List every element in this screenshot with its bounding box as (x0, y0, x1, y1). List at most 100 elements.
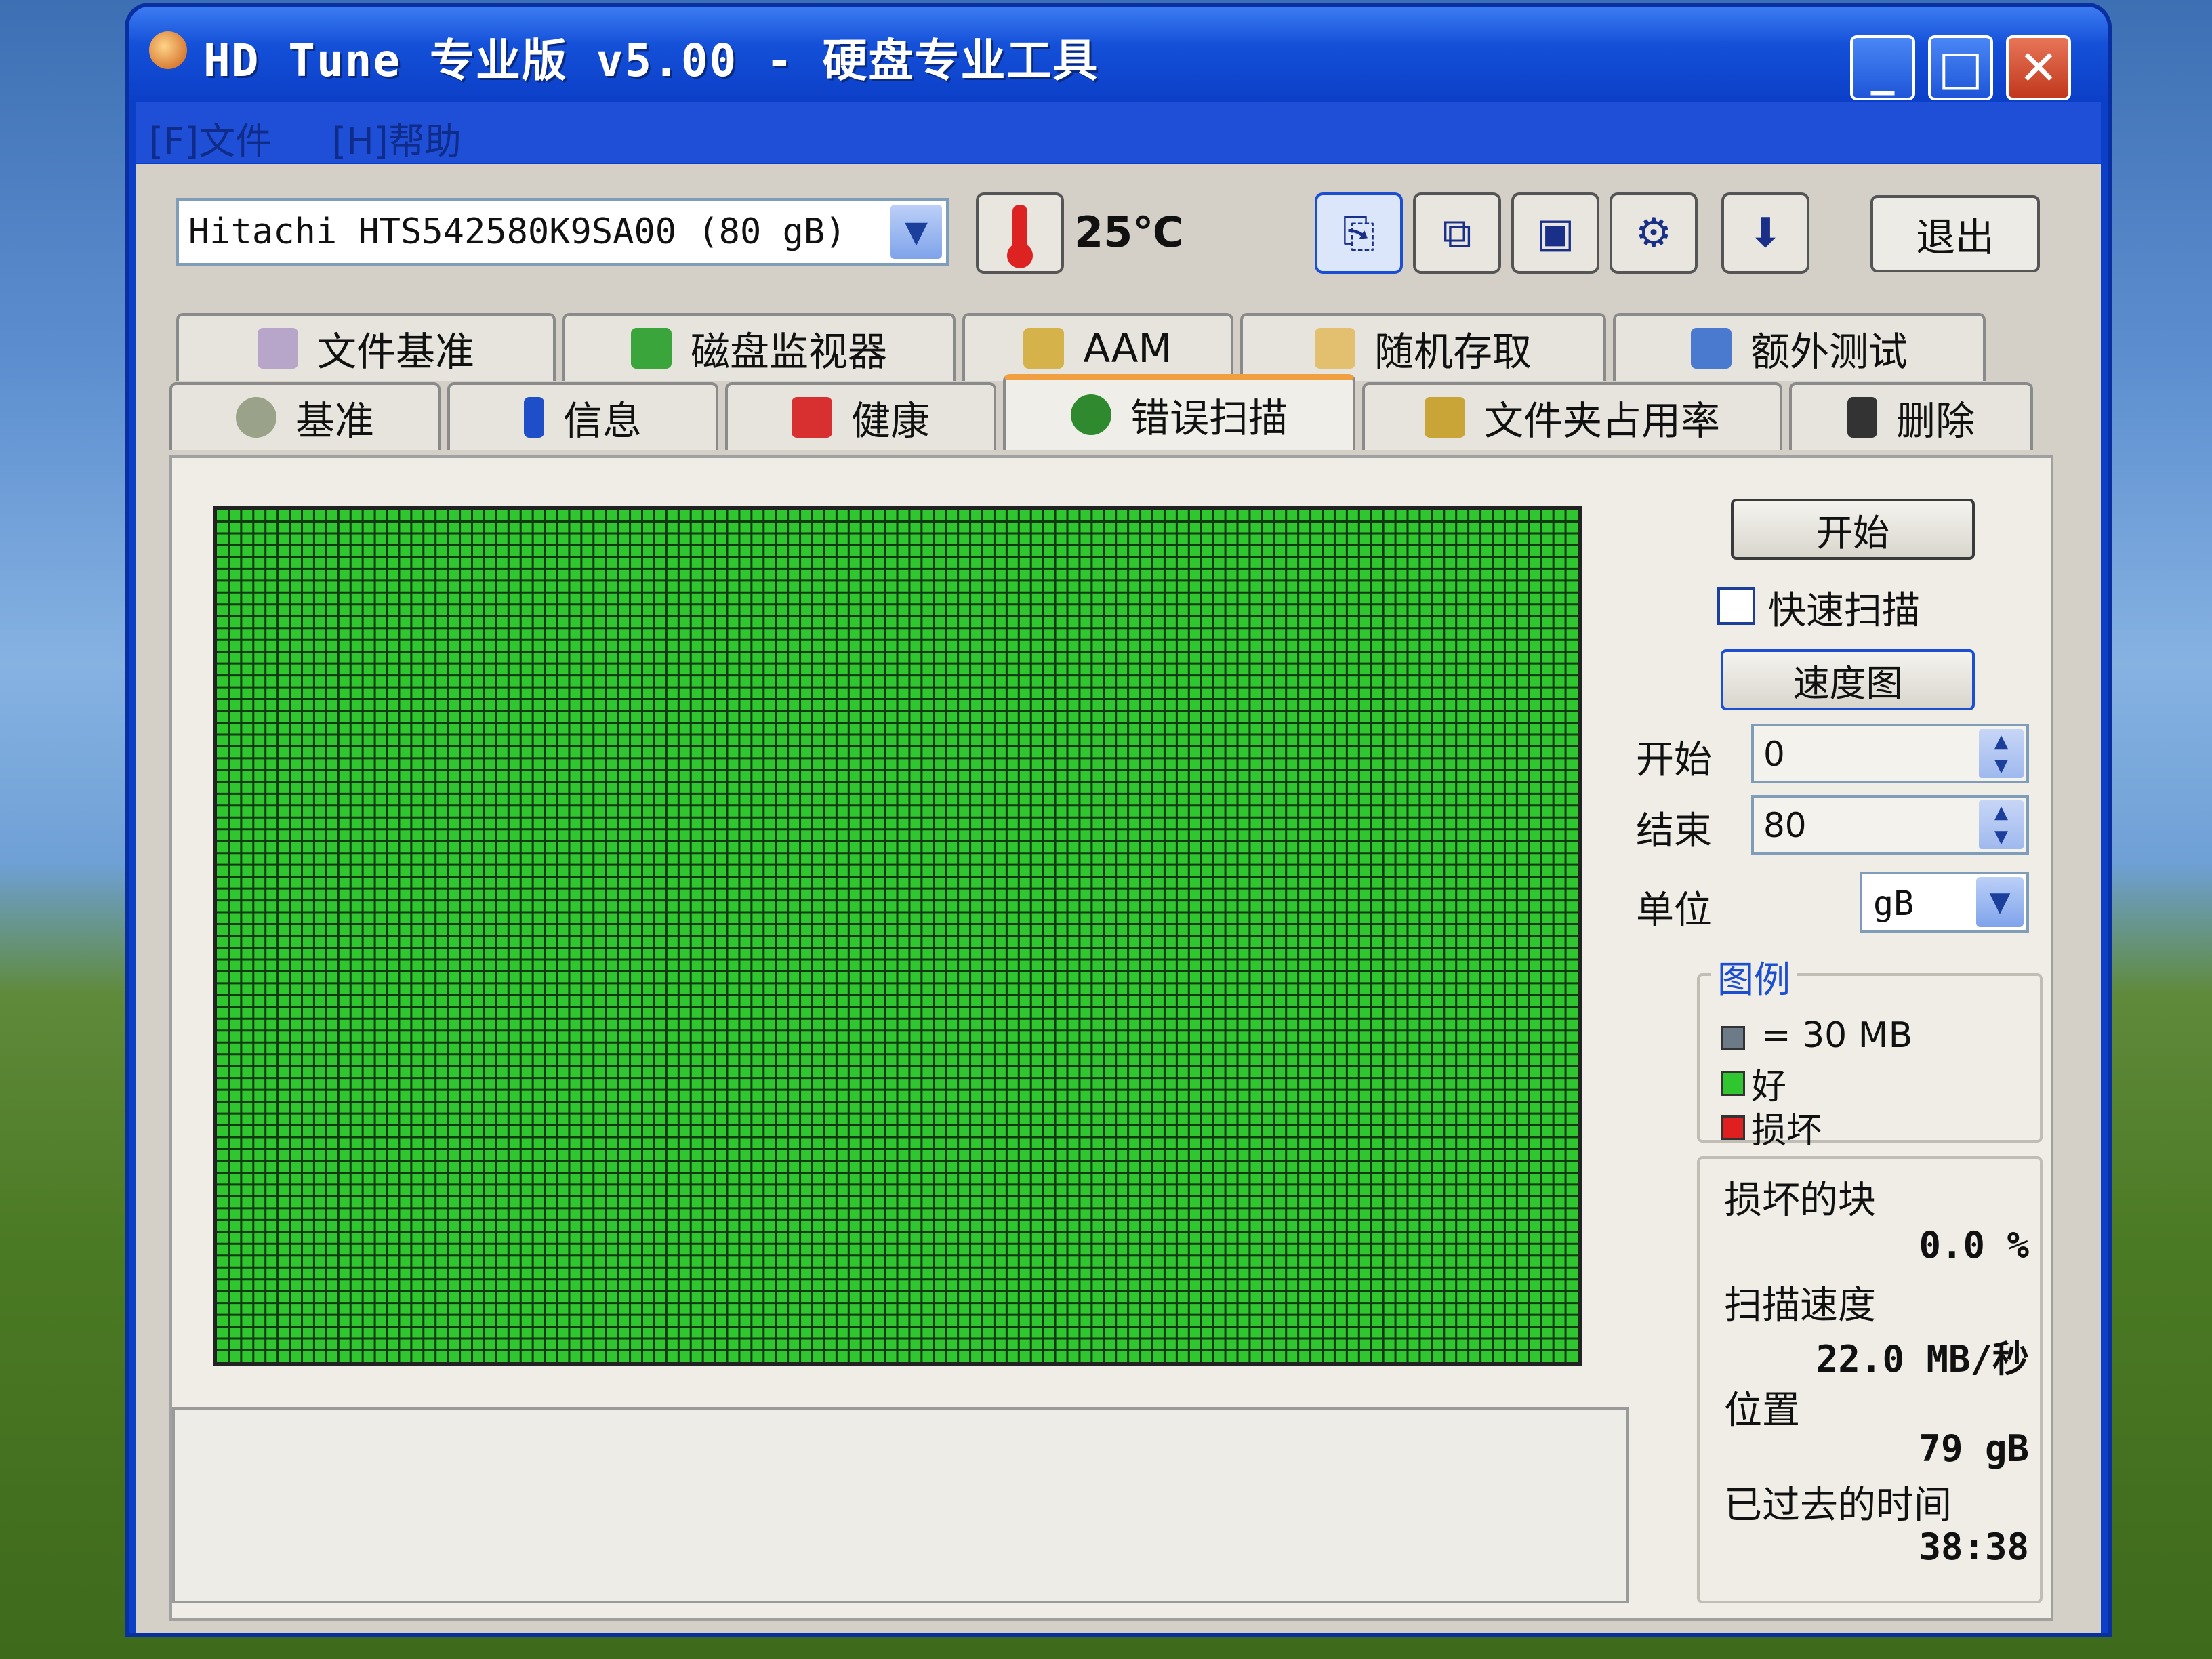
legend-good-swatch (1721, 1071, 1745, 1096)
legend-good-label: 好 (1751, 1067, 1787, 1107)
end-label: 结束 (1636, 809, 1712, 853)
tab-label: AAM (1083, 325, 1172, 371)
end-value: 80 (1763, 806, 1807, 845)
tab-info[interactable]: 信息 (447, 382, 718, 450)
random-access-icon (1314, 328, 1355, 369)
arrow-up-icon[interactable]: ▲ (1979, 729, 2024, 754)
copy-screen-icon: ⧉ (1442, 209, 1472, 257)
trash-icon (1847, 397, 1877, 438)
tab-label: 删除 (1896, 398, 1975, 444)
arrow-down-icon[interactable]: ▼ (1979, 825, 2024, 849)
legend-damaged-label: 损坏 (1751, 1111, 1822, 1151)
drive-select[interactable]: Hitachi HTS542580K9SA00 (80 gB) ▼ (176, 198, 949, 266)
menu-help[interactable]: [H]帮助 (332, 111, 462, 165)
tab-label: 基准 (295, 398, 374, 444)
scan-speed-label: 扫描速度 (1724, 1284, 1876, 1328)
start-scan-button[interactable]: 开始 (1731, 499, 1975, 560)
menu-file[interactable]: [F]文件 (149, 111, 272, 165)
position-value: 79 gB (1919, 1427, 2029, 1470)
quick-scan-label: 快速扫描 (1768, 589, 1920, 633)
magnifier-icon (1070, 394, 1111, 435)
tab-benchmark[interactable]: 基准 (169, 382, 441, 450)
chevron-down-icon[interactable]: ▼ (890, 205, 942, 259)
tab-folder-usage[interactable]: 文件夹占用率 (1362, 382, 1782, 450)
tab-label: 文件夹占用率 (1483, 398, 1720, 444)
app-icon (149, 31, 187, 69)
start-value: 0 (1763, 735, 1785, 774)
tab-health[interactable]: 健康 (725, 382, 996, 450)
benchmark-icon (235, 397, 276, 438)
disk-monitor-icon (630, 328, 672, 369)
extra-tests-icon (1690, 328, 1732, 369)
tab-label: 健康 (851, 398, 930, 444)
tab-random-access[interactable]: 随机存取 (1240, 313, 1606, 381)
tab-label: 随机存取 (1374, 329, 1532, 375)
arrow-up-icon[interactable]: ▲ (1979, 800, 2024, 825)
close-icon: ✕ (2018, 40, 2059, 96)
download-icon: ⬇ (1748, 209, 1783, 257)
start-spin-arrows[interactable]: ▲ ▼ (1979, 729, 2024, 778)
tab-file-benchmark[interactable]: 文件基准 (176, 313, 556, 381)
legend-damaged-swatch (1721, 1115, 1745, 1140)
tab-label: 文件基准 (316, 329, 474, 375)
tab-error-scan[interactable]: 错误扫描 (1003, 374, 1355, 450)
options-icon: ⚙ (1635, 209, 1672, 257)
copy-info-button[interactable]: ⎘ (1315, 192, 1403, 274)
damaged-blocks-value: 0.0 % (1919, 1224, 2029, 1267)
speaker-icon (1023, 328, 1065, 369)
menu-bar: [F]文件 [H]帮助 (136, 102, 2101, 163)
tab-label: 额外测试 (1750, 329, 1908, 375)
options-button[interactable]: ⚙ (1610, 192, 1698, 274)
download-button[interactable]: ⬇ (1721, 192, 1809, 274)
unit-value: gB (1873, 884, 1914, 923)
unit-select[interactable]: gB ▼ (1860, 872, 2029, 933)
unit-label: 单位 (1636, 888, 1712, 933)
block-map-grid (217, 510, 1578, 1362)
copy-info-icon: ⎘ (1343, 209, 1375, 257)
quick-scan-checkbox[interactable] (1717, 587, 1755, 625)
chevron-down-icon[interactable]: ▼ (1976, 877, 2024, 927)
tab-disk-monitor[interactable]: 磁盘监视器 (562, 313, 956, 381)
maximize-button[interactable]: □ (1928, 35, 1993, 100)
arrow-down-icon[interactable]: ▼ (1979, 754, 2024, 778)
elapsed-time-label: 已过去的时间 (1724, 1483, 1952, 1528)
legend-title: 图例 (1711, 949, 1797, 1003)
exit-button[interactable]: 退出 (1870, 195, 2040, 272)
scan-speed-value: 22.0 MB/秒 (1816, 1338, 2029, 1380)
block-map (213, 506, 1582, 1366)
drive-select-value: Hitachi HTS542580K9SA00 (80 gB) (188, 211, 846, 252)
damaged-blocks-label: 损坏的块 (1724, 1179, 1876, 1223)
save-icon: ▣ (1536, 209, 1575, 257)
tab-erase[interactable]: 删除 (1789, 382, 2033, 450)
end-spin-arrows[interactable]: ▲ ▼ (1979, 800, 2024, 849)
error-scan-panel: 开始 快速扫描 速度图 开始 0 ▲ ▼ 结束 80 ▲ ▼ 单位 gB ▼ 图… (169, 455, 2053, 1621)
temperature-readout: 25℃ (1074, 207, 1184, 257)
copy-screen-button[interactable]: ⧉ (1413, 192, 1501, 274)
health-cross-icon (791, 397, 832, 438)
legend-block-swatch (1721, 1026, 1745, 1050)
speed-map-button[interactable]: 速度图 (1721, 649, 1975, 710)
legend-block-size: = 30 MB (1761, 1015, 1913, 1056)
elapsed-time-value: 38:38 (1919, 1525, 2029, 1568)
close-button[interactable]: ✕ (2006, 35, 2071, 100)
hdtune-window: HD Tune 专业版 v5.00 - 硬盘专业工具 _ □ ✕ [F]文件 [… (129, 7, 2108, 1633)
client-area: Hitachi HTS542580K9SA00 (80 gB) ▼ 25℃ ⎘ … (136, 164, 2101, 1633)
tab-aam[interactable]: AAM (962, 313, 1233, 381)
file-benchmark-icon (257, 328, 298, 369)
title-bar[interactable]: HD Tune 专业版 v5.00 - 硬盘专业工具 _ □ ✕ (129, 7, 2108, 102)
maximize-icon: □ (1938, 40, 1984, 96)
log-area (172, 1407, 1629, 1603)
save-button[interactable]: ▣ (1511, 192, 1599, 274)
thermometer-bulb (1007, 243, 1033, 268)
end-spinbox[interactable]: 80 ▲ ▼ (1751, 795, 2029, 855)
tab-label: 磁盘监视器 (690, 329, 887, 375)
info-icon (523, 397, 544, 438)
temperature-button[interactable] (976, 192, 1064, 274)
tab-label: 错误扫描 (1130, 395, 1288, 441)
minimize-button[interactable]: _ (1850, 35, 1915, 100)
position-label: 位置 (1724, 1389, 1800, 1433)
tab-extra-tests[interactable]: 额外测试 (1613, 313, 1986, 381)
minimize-icon: _ (1870, 40, 1895, 96)
start-spinbox[interactable]: 0 ▲ ▼ (1751, 724, 2029, 783)
tab-label: 信息 (562, 398, 642, 444)
